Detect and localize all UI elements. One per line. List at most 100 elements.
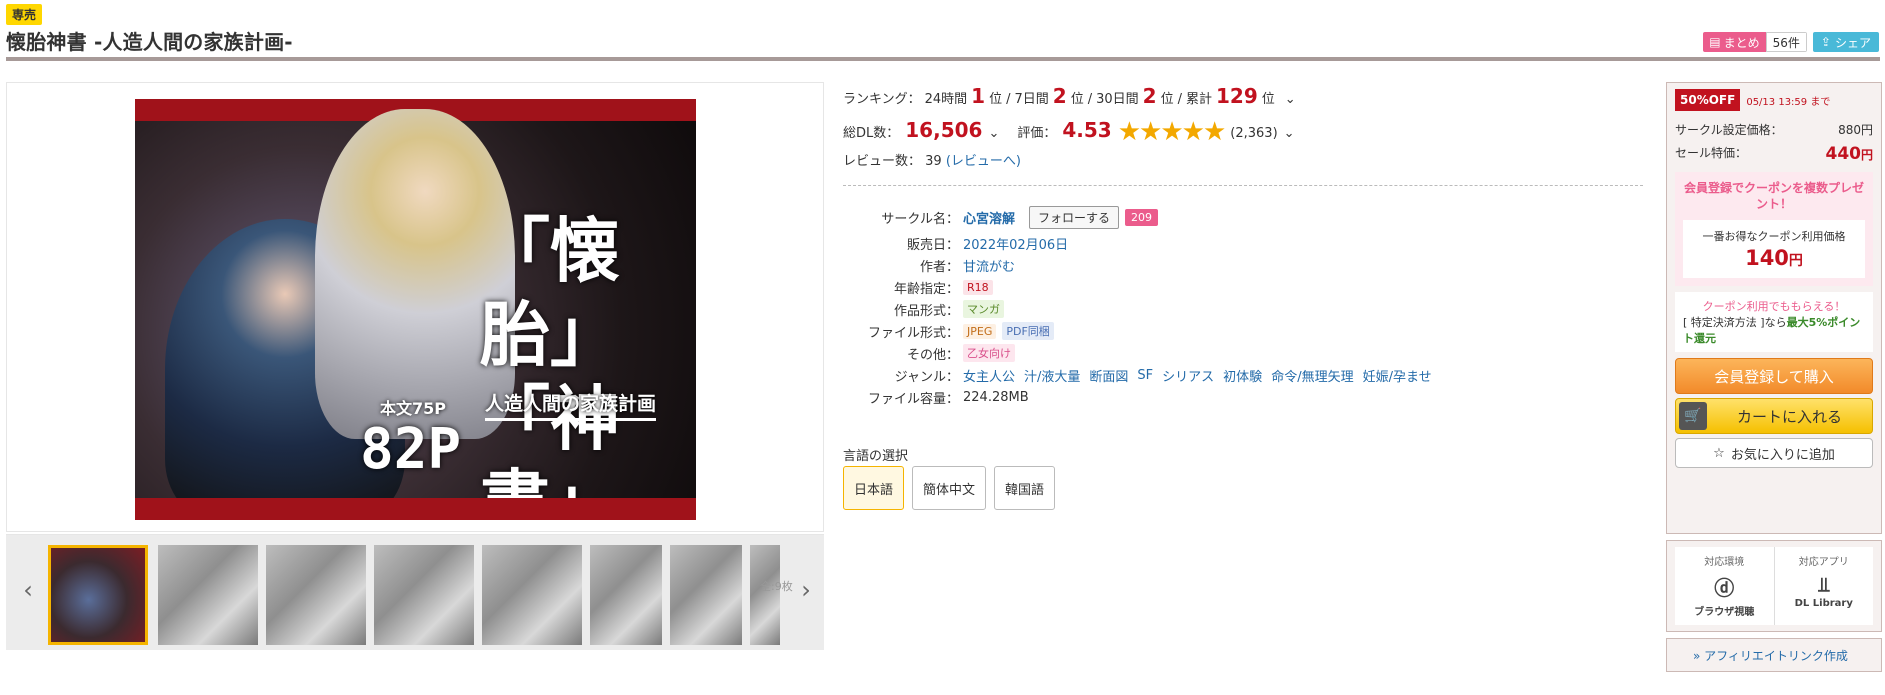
file-size-value: 224.28MB xyxy=(963,389,1029,405)
spec-row-circle: サークル名： 心宮溶解 フォローする 209 xyxy=(843,202,1543,232)
thumbnail-prev-arrow[interactable]: ‹ xyxy=(18,575,38,605)
cover-subtitle: 人造人間の家族計画 xyxy=(485,389,657,421)
coupon-best-price-box: 一番お得なクーポン利用価格 140円 xyxy=(1683,220,1865,278)
thumbnail-5[interactable] xyxy=(482,545,582,645)
purchase-sidebar: 50%OFF 05/13 13:59 まで サークル設定価格： 880円 セール… xyxy=(1666,82,1882,672)
share-label: シェア xyxy=(1834,35,1871,50)
thumbnail-4[interactable] xyxy=(374,545,474,645)
download-expand-chevron-icon[interactable]: ⌄ xyxy=(988,126,999,141)
review-link[interactable]: (レビューへ) xyxy=(946,154,1021,169)
genre-link[interactable]: 妊娠/孕ませ xyxy=(1363,366,1432,385)
thumbnail-3[interactable] xyxy=(266,545,366,645)
matome-button[interactable]: ▤ まとめ 56件 xyxy=(1703,32,1807,52)
discount-badge: 50%OFF xyxy=(1675,89,1741,111)
thumbnail-7[interactable] xyxy=(670,545,742,645)
file-format-jpeg-tag[interactable]: JPEG xyxy=(963,323,997,339)
list-price-label: サークル設定価格： xyxy=(1675,123,1783,137)
discount-row: 50%OFF 05/13 13:59 まで xyxy=(1675,89,1873,111)
payment-method-link[interactable]: [ 特定決済方法 ]なら xyxy=(1683,316,1787,329)
add-to-cart-button[interactable]: 🛒 カートに入れる xyxy=(1675,398,1873,434)
genre-link[interactable]: シリアス xyxy=(1162,366,1214,385)
coupon-best-yen: 円 xyxy=(1788,253,1803,269)
matome-label: まとめ xyxy=(1723,35,1760,50)
app-name: DL Library xyxy=(1794,598,1853,609)
review-count-label: レビュー数： xyxy=(843,154,922,169)
ranking-unit: 位 xyxy=(1261,92,1275,107)
list-price-value: 880円 xyxy=(1838,123,1873,137)
ranking-label: ランキング： xyxy=(843,92,921,107)
sale-price-label: セール特価： xyxy=(1675,146,1748,160)
cover-pages-small: 本文75P xyxy=(380,399,446,418)
spec-row-author: 作者： 甘流がむ xyxy=(843,254,1543,276)
thumbnail-1[interactable] xyxy=(48,545,148,645)
thumbnail-next-arrow[interactable]: › xyxy=(796,575,816,605)
release-date-link[interactable]: 2022年02月06日 xyxy=(963,234,1068,253)
ranking-total-value: 129 xyxy=(1216,84,1258,108)
main-cover-image[interactable]: 「懐胎」 「神書」 人造人間の家族計画 本文75P 82P xyxy=(135,99,696,520)
share-button[interactable]: ⇪ シェア xyxy=(1812,32,1879,52)
cover-red-band-bottom xyxy=(135,498,696,520)
genre-link[interactable]: 断面図 xyxy=(1089,366,1128,385)
environment-title: 対応環境 xyxy=(1704,557,1745,568)
genre-link[interactable]: SF xyxy=(1137,368,1153,383)
environment-name: ブラウザ視聴 xyxy=(1694,607,1755,618)
language-selector: 日本語 簡体中文 韓国語 xyxy=(843,466,1056,510)
other-tag[interactable]: 乙女向け xyxy=(963,344,1015,362)
ranking-unit: 位 xyxy=(1070,92,1084,107)
stats-line: 総DL数： 16,506 ⌄ 評価： 4.53 ★★★★★ (2,363) ⌄ xyxy=(843,114,1295,147)
circle-name-link[interactable]: 心宮溶解 xyxy=(963,208,1015,227)
circle-label: サークル名： xyxy=(881,211,959,227)
genre-link[interactable]: 命令/無理矢理 xyxy=(1271,366,1353,385)
ranking-separator: / xyxy=(1177,92,1182,107)
register-and-buy-button[interactable]: 会員登録して購入 xyxy=(1675,358,1873,394)
thumbnail-6[interactable] xyxy=(590,545,662,645)
rating-expand-chevron-icon[interactable]: ⌄ xyxy=(1284,126,1295,141)
cover-title-line1: 「懐胎」 xyxy=(480,209,620,376)
product-title: 懐胎神書 -人造人間の家族計画- xyxy=(6,30,293,54)
coupon-note: クーポン利用でももらえる！ [ 特定決済方法 ]なら最大5%ポイント還元 xyxy=(1675,292,1873,352)
genre-label: ジャンル： xyxy=(894,369,959,385)
thumbnail-2[interactable] xyxy=(158,545,258,645)
ranking-7d-label: 7日間 xyxy=(1014,92,1049,107)
compatibility-box: 対応環境 ⓓ ブラウザ視聴 対応アプリ ⫫ DL Library xyxy=(1666,540,1882,632)
spec-row-age: 年齢指定： R18 xyxy=(843,276,1543,298)
language-option-japanese[interactable]: 日本語 xyxy=(843,466,905,510)
author-link[interactable]: 甘流がむ xyxy=(963,256,1015,275)
spec-row-release: 販売日： 2022年02月06日 xyxy=(843,232,1543,254)
info-divider xyxy=(843,185,1643,186)
rating-stars-icon: ★★★★★ xyxy=(1117,117,1227,147)
price-box: 50%OFF 05/13 13:59 まで サークル設定価格： 880円 セール… xyxy=(1666,82,1882,534)
share-icon: ⇪ xyxy=(1820,35,1831,49)
genre-link[interactable]: 汁/液大量 xyxy=(1024,366,1080,385)
work-format-label: 作品形式： xyxy=(893,303,959,319)
file-format-pdf-tag[interactable]: PDF同梱 xyxy=(1002,322,1054,340)
compatible-environment[interactable]: 対応環境 ⓓ ブラウザ視聴 xyxy=(1675,547,1774,625)
spec-row-format: 作品形式： マンガ xyxy=(843,298,1543,320)
author-label: 作者： xyxy=(919,259,959,275)
coupon-best-label: 一番お得なクーポン利用価格 xyxy=(1702,230,1846,243)
ranking-expand-chevron-icon[interactable]: ⌄ xyxy=(1285,92,1296,107)
browser-view-icon: ⓓ xyxy=(1714,576,1735,600)
genre-link[interactable]: 女主人公 xyxy=(963,366,1015,385)
top-actions: ▤ まとめ 56件 ⇪ シェア xyxy=(1703,32,1879,52)
thumbnail-8[interactable] xyxy=(750,545,780,645)
sale-price-yen: 円 xyxy=(1860,148,1873,162)
follow-button[interactable]: フォローする xyxy=(1029,205,1120,229)
language-label: 言語の選択 xyxy=(843,449,909,464)
coupon-headline[interactable]: 会員登録でクーポンを複数プレゼント！ xyxy=(1683,180,1865,212)
coupon-note-headline: クーポン利用でももらえる！ xyxy=(1702,300,1846,313)
work-format-tag[interactable]: マンガ xyxy=(963,300,1004,318)
affiliate-link[interactable]: » アフィリエイトリンク作成 xyxy=(1666,638,1882,672)
dl-library-icon: ⫫ xyxy=(1818,572,1830,596)
genre-link[interactable]: 初体験 xyxy=(1223,366,1262,385)
other-label: その他： xyxy=(906,347,959,363)
cart-icon: 🛒 xyxy=(1679,402,1707,430)
language-option-simplified-chinese[interactable]: 簡体中文 xyxy=(912,466,987,510)
exclusive-badge: 専売 xyxy=(6,4,43,25)
language-option-korean[interactable]: 韓国語 xyxy=(994,466,1056,510)
spec-row-genre: ジャンル： 女主人公 汁/液大量 断面図 SF シリアス 初体験 命令/無理矢理… xyxy=(843,364,1543,386)
add-to-favorites-button[interactable]: ☆ お気に入りに追加 xyxy=(1675,438,1873,468)
age-rating-tag[interactable]: R18 xyxy=(963,279,993,295)
matome-icon: ▤ xyxy=(1709,35,1721,49)
compatible-app[interactable]: 対応アプリ ⫫ DL Library xyxy=(1773,547,1874,625)
